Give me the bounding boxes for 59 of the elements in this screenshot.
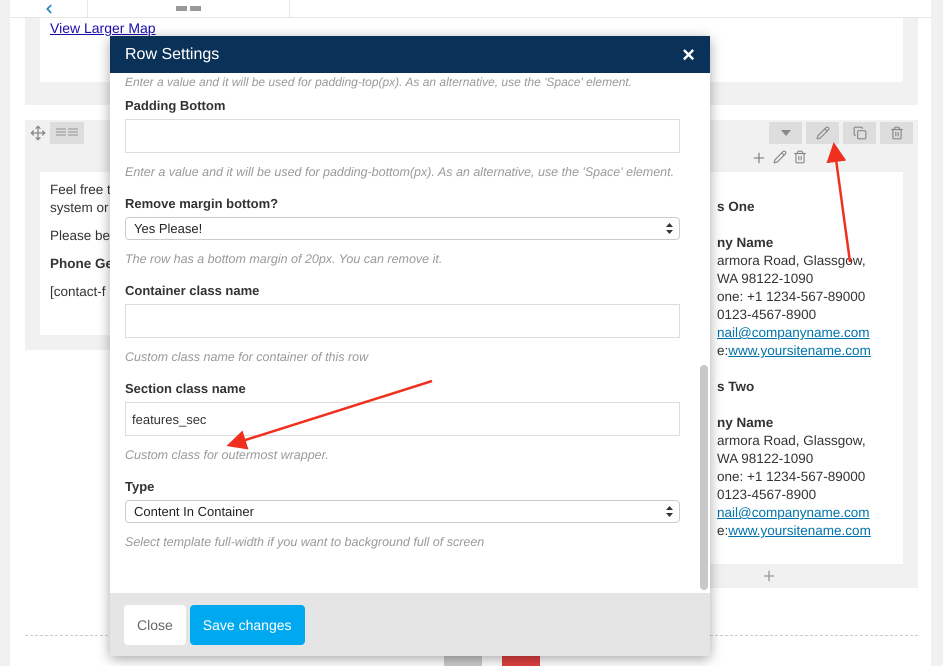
help-text: Custom class for outermost wrapper. xyxy=(125,447,329,464)
field-label: Type xyxy=(125,479,154,495)
trash-icon xyxy=(890,126,904,140)
company-name: ny Name xyxy=(717,414,774,432)
updown-caret-icon xyxy=(666,223,673,234)
copy-icon xyxy=(852,126,866,140)
label-text: e: xyxy=(717,523,728,538)
pencil-icon[interactable] xyxy=(773,150,787,164)
add-icon[interactable] xyxy=(761,568,777,584)
modal-title: Row Settings xyxy=(125,46,220,64)
address-line: 0123-4567-8900 xyxy=(717,306,818,324)
help-text: Enter a value and it will be used for padding-bottom(px). As an alternative, use the 'Space' element. xyxy=(125,164,674,181)
address-line: armora Road, Glassgow, xyxy=(717,252,867,270)
company-name: ny Name xyxy=(717,234,774,252)
delete-button[interactable] xyxy=(880,122,913,144)
address-line: armora Road, Glassgow, xyxy=(717,432,867,450)
text-field[interactable]: features_sec xyxy=(125,402,680,436)
heading-text: s Two xyxy=(717,378,756,396)
field-label: Section class name xyxy=(125,381,246,397)
help-text: Enter a value and it will be used for padding-top(px). As an alternative, use the 'Space' element. xyxy=(125,74,632,91)
move-handle-icon[interactable] xyxy=(30,125,46,141)
help-text: The row has a bottom margin of 20px. You can remove it. xyxy=(125,251,442,268)
paragraph-text: Please be xyxy=(50,227,110,245)
dropdown-button[interactable] xyxy=(769,122,802,144)
view-map-link[interactable]: View Larger Map xyxy=(50,20,156,36)
close-button[interactable]: Close xyxy=(124,604,186,644)
caret-icon xyxy=(780,130,790,136)
trash-icon[interactable] xyxy=(793,150,807,164)
text-field[interactable] xyxy=(125,304,680,338)
field-label: Padding Bottom xyxy=(125,98,226,114)
edit-button[interactable] xyxy=(806,122,839,144)
select-field[interactable]: Content In Container xyxy=(125,500,680,523)
help-text: Select template full-width if you want to background full of screen xyxy=(125,534,484,551)
address-line: one: +1 1234-567-89000 xyxy=(717,288,866,306)
help-text: Custom class name for container of this row xyxy=(125,349,368,366)
layout-button[interactable] xyxy=(50,122,84,144)
pencil-icon xyxy=(816,126,830,140)
layout-icon xyxy=(176,6,202,12)
paragraph-text: [contact-f xyxy=(50,283,106,301)
website-link[interactable]: www.yoursitename.com xyxy=(728,343,871,358)
website-link[interactable]: www.yoursitename.com xyxy=(728,523,871,538)
address-line: WA 98122-1090 xyxy=(717,450,814,468)
heading-text: s One xyxy=(717,198,756,216)
updown-caret-icon xyxy=(666,506,673,517)
columns-icon xyxy=(56,128,78,138)
add-icon[interactable] xyxy=(751,150,767,166)
copy-button[interactable] xyxy=(843,122,876,144)
field-label: Remove margin bottom? xyxy=(125,196,278,212)
email-link[interactable]: nail@companyname.com xyxy=(717,505,870,520)
address-line: one: +1 1234-567-89000 xyxy=(717,468,866,486)
label-text: e: xyxy=(717,343,728,358)
field-label: Container class name xyxy=(125,283,260,299)
address-line: 0123-4567-8900 xyxy=(717,486,818,504)
scrollbar-thumb[interactable] xyxy=(700,365,708,590)
select-field[interactable]: Yes Please! xyxy=(125,217,680,240)
close-button[interactable]: × xyxy=(682,44,695,66)
address-line: WA 98122-1090 xyxy=(717,270,814,288)
email-link[interactable]: nail@companyname.com xyxy=(717,325,870,340)
text-field[interactable] xyxy=(125,119,680,153)
